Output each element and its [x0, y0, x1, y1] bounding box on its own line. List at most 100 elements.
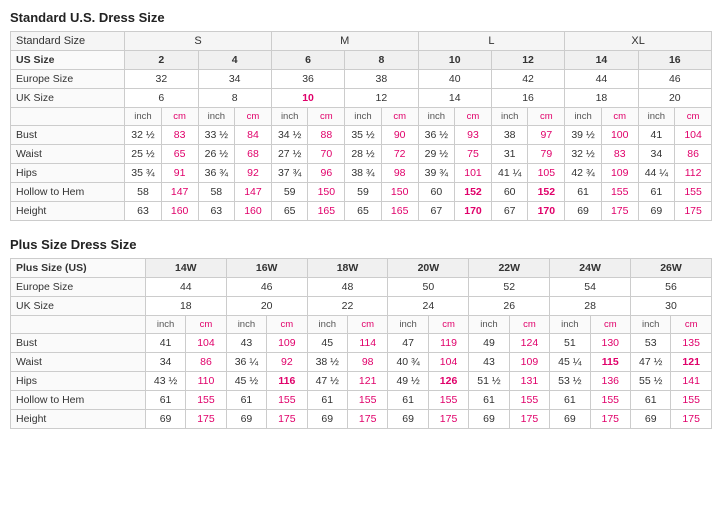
- uk-18: 18: [565, 89, 638, 108]
- std-meas-1-val-6: 28 ½: [345, 145, 382, 164]
- plus-eu-56: 56: [631, 278, 712, 297]
- plus-meas-4-val-5: 175: [347, 410, 388, 429]
- std-meas-label-0: Bust: [11, 126, 125, 145]
- plus-meas-4-val-0: 69: [145, 410, 185, 429]
- plus-meas-label-1: Waist: [11, 353, 146, 372]
- std-meas-4-val-11: 170: [528, 202, 565, 221]
- us-14: 14: [565, 51, 638, 70]
- std-meas-0-val-13: 100: [601, 126, 638, 145]
- plus-meas-3-val-8: 61: [469, 391, 509, 410]
- std-meas-3-val-9: 152: [455, 183, 492, 202]
- std-meas-3-val-10: 60: [491, 183, 528, 202]
- eu-38: 38: [345, 70, 418, 89]
- std-meas-3-val-8: 60: [418, 183, 455, 202]
- plus-26w: 26W: [631, 259, 712, 278]
- uk-16: 16: [491, 89, 564, 108]
- uk-14: 14: [418, 89, 491, 108]
- plus-uk-18: 18: [145, 297, 226, 316]
- std-meas-2-val-3: 92: [235, 164, 272, 183]
- standard-title: Standard U.S. Dress Size: [10, 10, 712, 25]
- std-meas-2-val-8: 39 ¾: [418, 164, 455, 183]
- plus-uk-30: 30: [631, 297, 712, 316]
- plus-meas-2-val-5: 121: [347, 372, 388, 391]
- plus-meas-0-val-4: 45: [307, 334, 347, 353]
- plus-unit-inch-7: inch: [631, 316, 671, 334]
- std-meas-4-val-14: 69: [638, 202, 675, 221]
- std-meas-0-val-1: 83: [161, 126, 198, 145]
- std-meas-2-val-13: 109: [601, 164, 638, 183]
- std-meas-2-val-15: 112: [675, 164, 712, 183]
- std-meas-label-4: Height: [11, 202, 125, 221]
- std-meas-2-val-5: 96: [308, 164, 345, 183]
- us-size-label: US Size: [11, 51, 125, 70]
- uk-12: 12: [345, 89, 418, 108]
- std-meas-1-val-12: 32 ½: [565, 145, 602, 164]
- std-meas-1-val-13: 83: [601, 145, 638, 164]
- plus-meas-0-val-5: 114: [347, 334, 388, 353]
- std-meas-2-val-7: 98: [381, 164, 418, 183]
- unit-cm-6: cm: [528, 108, 565, 126]
- std-meas-4-val-10: 67: [491, 202, 528, 221]
- plus-europe-label: Europe Size: [11, 278, 146, 297]
- std-meas-0-val-8: 36 ½: [418, 126, 455, 145]
- plus-meas-1-val-8: 43: [469, 353, 509, 372]
- plus-14w: 14W: [145, 259, 226, 278]
- std-meas-0-val-2: 33 ½: [198, 126, 235, 145]
- plus-meas-0-val-0: 41: [145, 334, 185, 353]
- std-meas-4-val-13: 175: [601, 202, 638, 221]
- plus-16w: 16W: [226, 259, 307, 278]
- plus-meas-1-val-11: 115: [590, 353, 631, 372]
- plus-meas-2-val-12: 55 ½: [631, 372, 671, 391]
- plus-unit-inch-2: inch: [226, 316, 266, 334]
- std-meas-1-val-3: 68: [235, 145, 272, 164]
- std-meas-label-2: Hips: [11, 164, 125, 183]
- std-meas-0-val-11: 97: [528, 126, 565, 145]
- us-10: 10: [418, 51, 491, 70]
- plus-eu-50: 50: [388, 278, 469, 297]
- us-2: 2: [125, 51, 198, 70]
- plus-22w: 22W: [469, 259, 550, 278]
- plus-uk-26: 26: [469, 297, 550, 316]
- uk-size-label: UK Size: [11, 89, 125, 108]
- plus-meas-3-val-13: 155: [671, 391, 712, 410]
- plus-unit-cm-1: cm: [186, 316, 227, 334]
- eu-34: 34: [198, 70, 271, 89]
- std-meas-0-val-7: 90: [381, 126, 418, 145]
- plus-unit-cm-3: cm: [347, 316, 388, 334]
- std-meas-label-1: Waist: [11, 145, 125, 164]
- plus-unit-cm-4: cm: [428, 316, 469, 334]
- uk-10: 10: [271, 89, 344, 108]
- std-meas-2-val-1: 91: [161, 164, 198, 183]
- std-meas-1-val-14: 34: [638, 145, 675, 164]
- eu-44: 44: [565, 70, 638, 89]
- plus-meas-3-val-4: 61: [307, 391, 347, 410]
- plus-meas-1-val-4: 38 ½: [307, 353, 347, 372]
- plus-meas-0-val-12: 53: [631, 334, 671, 353]
- plus-meas-2-val-9: 131: [509, 372, 550, 391]
- eu-40: 40: [418, 70, 491, 89]
- plus-meas-3-val-11: 155: [590, 391, 631, 410]
- std-meas-2-val-11: 105: [528, 164, 565, 183]
- unit-cm-7: cm: [601, 108, 638, 126]
- plus-meas-4-val-9: 175: [509, 410, 550, 429]
- plus-meas-4-val-11: 175: [590, 410, 631, 429]
- std-meas-0-val-12: 39 ½: [565, 126, 602, 145]
- plus-meas-2-val-3: 116: [267, 372, 308, 391]
- plus-meas-4-val-10: 69: [550, 410, 590, 429]
- plus-meas-0-val-9: 124: [509, 334, 550, 353]
- plus-eu-52: 52: [469, 278, 550, 297]
- us-4: 4: [198, 51, 271, 70]
- std-meas-1-val-0: 25 ½: [125, 145, 162, 164]
- std-meas-3-val-1: 147: [161, 183, 198, 202]
- plus-meas-2-val-6: 49 ½: [388, 372, 428, 391]
- plus-meas-3-val-0: 61: [145, 391, 185, 410]
- plus-meas-2-val-1: 110: [186, 372, 227, 391]
- std-meas-3-val-11: 152: [528, 183, 565, 202]
- unit-inch-3: inch: [271, 108, 308, 126]
- unit-inch-4: inch: [345, 108, 382, 126]
- plus-meas-3-val-12: 61: [631, 391, 671, 410]
- plus-meas-3-val-1: 155: [186, 391, 227, 410]
- unit-cm-5: cm: [455, 108, 492, 126]
- plus-uk-20: 20: [226, 297, 307, 316]
- uk-6: 6: [125, 89, 198, 108]
